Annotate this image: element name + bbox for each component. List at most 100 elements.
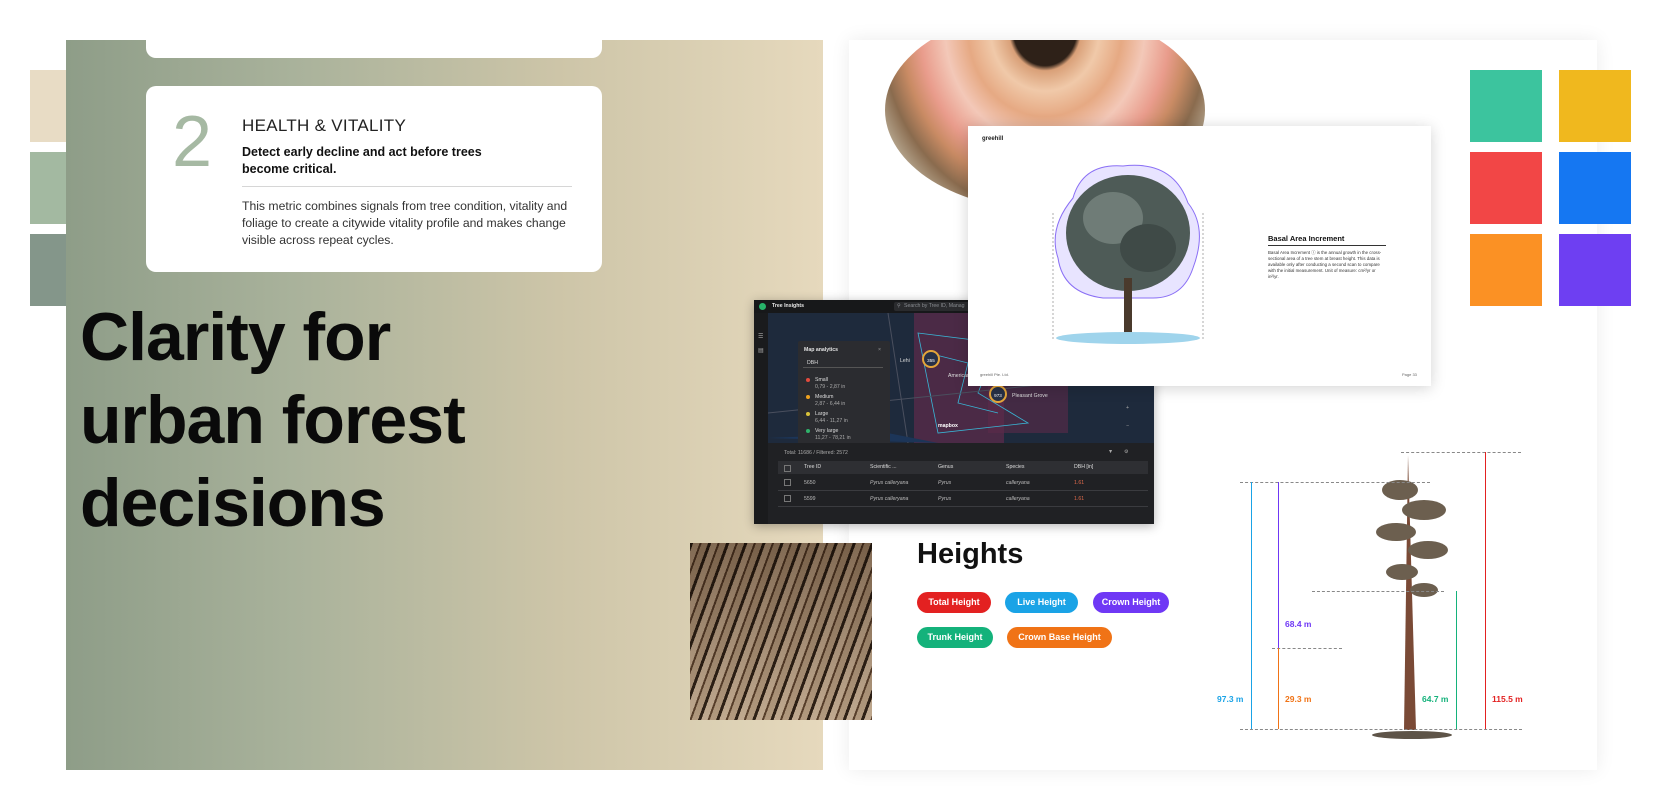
live-height-value: 97.3 m xyxy=(1217,694,1244,704)
total-height-pill: Total Height xyxy=(917,592,991,613)
legend-item-name: Small xyxy=(815,377,828,383)
crown-base-height-value: 29.3 m xyxy=(1285,694,1312,704)
guide-line xyxy=(1272,648,1342,649)
feature-card: 2 HEALTH & VITALITY Detect early decline… xyxy=(146,86,602,272)
settings-icon[interactable]: ⚙ xyxy=(1124,449,1129,455)
trunk-height-pill: Trunk Height xyxy=(917,627,993,648)
crown-height-pill: Crown Height xyxy=(1093,592,1169,613)
color-swatch-orange xyxy=(1470,234,1542,306)
cell-genus: Pyrus xyxy=(938,496,952,502)
column-header[interactable]: DBH [in] xyxy=(1074,464,1093,470)
guide-line xyxy=(1240,482,1430,483)
map-label: Lehi xyxy=(900,358,910,364)
legend-item-range: 11,27 - 78,21 in xyxy=(815,435,851,441)
map-brand: mapbox xyxy=(938,423,958,429)
live-height-pill: Live Height xyxy=(1005,592,1078,613)
card-subtitle: Detect early decline and act before tree… xyxy=(242,145,482,176)
report-logo: greehill xyxy=(982,136,1004,142)
report-footer: greehill Pte. Ltd. xyxy=(980,372,1009,377)
report-heading: Basal Area Increment xyxy=(1268,234,1345,243)
crown-base-height-line xyxy=(1278,648,1279,729)
table-total: Total: 11686 / Filtered: 2572 xyxy=(784,450,848,456)
color-swatch-red xyxy=(1470,152,1542,224)
app-title: Tree Insights xyxy=(772,303,804,309)
row-checkbox[interactable] xyxy=(784,479,791,486)
cell-dbh: 1.61 xyxy=(1074,496,1085,502)
card-body: This metric combines signals from tree c… xyxy=(242,199,568,247)
cell-genus: Pyrus xyxy=(938,480,952,486)
headline-line: decisions xyxy=(80,465,386,541)
metric-select[interactable]: DBH xyxy=(803,359,883,368)
column-header[interactable]: Genus xyxy=(938,464,953,470)
crown-base-height-pill: Crown Base Height xyxy=(1007,627,1112,648)
table-row[interactable]: 5650 Pyrus calleryana Pyrus calleryana 1… xyxy=(778,475,1148,491)
live-height-line xyxy=(1251,482,1252,729)
column-header[interactable]: Scientific ... xyxy=(870,464,897,470)
search-icon: ⚲ xyxy=(897,303,901,309)
total-height-line xyxy=(1485,452,1486,729)
filter-icon[interactable]: ▼ xyxy=(1108,449,1113,455)
report-page-number: Page 33 xyxy=(1402,372,1417,377)
legend-dot xyxy=(806,429,810,433)
legend-item-range: 6,44 - 11,27 in xyxy=(815,418,848,424)
table-row[interactable]: 5599 Pyrus calleryana Pyrus calleryana 1… xyxy=(778,491,1148,507)
crown-height-line xyxy=(1278,482,1279,648)
cell-species: calleryana xyxy=(1006,480,1030,486)
table-header: Tree ID Scientific ... Genus Species DBH… xyxy=(778,461,1148,474)
crown-height-value: 68.4 m xyxy=(1285,619,1312,629)
app-sidebar: ☰ ▤ xyxy=(754,313,769,524)
menu-icon[interactable]: ☰ xyxy=(758,333,763,340)
headline-line: urban forest xyxy=(80,382,466,458)
close-icon[interactable]: × xyxy=(878,347,881,353)
report-text: Basal Area Increment ⓘ is the annual gro… xyxy=(1268,250,1382,279)
tree-table: Total: 11686 / Filtered: 2572 ▼ ⚙ Tree I… xyxy=(768,443,1154,524)
column-header[interactable]: Species xyxy=(1006,464,1024,470)
zoom-in-icon[interactable]: + xyxy=(1126,405,1129,411)
tree-illustration xyxy=(1052,164,1204,344)
heights-title: Heights xyxy=(917,538,1024,570)
card-title: HEALTH & VITALITY xyxy=(242,116,407,135)
legend-title: Map analytics xyxy=(804,347,839,353)
cell-species: calleryana xyxy=(1006,496,1030,502)
color-swatch-yellow xyxy=(1559,70,1631,142)
app-logo-icon xyxy=(759,303,766,310)
map-label: Pleasant Grove xyxy=(1012,393,1048,399)
select-all-checkbox[interactable] xyxy=(784,465,791,472)
column-header[interactable]: Tree ID xyxy=(804,464,821,470)
legend-item-range: 2,87 - 6,44 in xyxy=(815,401,846,407)
cell-dbh: 1.61 xyxy=(1074,480,1085,486)
map-label: American xyxy=(948,373,970,379)
card-number: 2 xyxy=(172,102,213,182)
cell-scientific: Pyrus calleryana xyxy=(870,496,909,502)
map-cluster[interactable]: 973 xyxy=(989,385,1007,403)
card-divider xyxy=(242,186,572,187)
trunk-height-line xyxy=(1456,591,1457,729)
legend-item-name: Very large xyxy=(815,428,839,434)
headline-line: Clarity for xyxy=(80,299,391,375)
row-checkbox[interactable] xyxy=(784,495,791,502)
map-cluster[interactable]: 355 xyxy=(922,350,940,368)
cell-tree-id: 5599 xyxy=(804,496,816,502)
map-legend: Map analytics × DBH Small 0,79 - 2,87 in… xyxy=(798,341,890,443)
guide-line xyxy=(1312,591,1444,592)
guide-line xyxy=(1401,452,1521,453)
total-height-value: 115.5 m xyxy=(1492,694,1523,704)
trunk-height-value: 64.7 m xyxy=(1422,694,1449,704)
bark-texture-image xyxy=(690,543,872,720)
guide-line xyxy=(1240,729,1522,730)
cell-tree-id: 5650 xyxy=(804,480,816,486)
redwood-illustration xyxy=(1372,455,1452,739)
color-swatch-green xyxy=(1470,70,1542,142)
color-swatch-purple xyxy=(1559,234,1631,306)
color-swatch-blue xyxy=(1559,152,1631,224)
legend-dot xyxy=(806,378,810,382)
legend-dot xyxy=(806,395,810,399)
legend-item-name: Medium xyxy=(815,394,834,400)
previous-card xyxy=(146,40,602,58)
legend-item-name: Large xyxy=(815,411,829,417)
legend-item-range: 0,79 - 2,87 in xyxy=(815,384,846,390)
headline: Clarity for urban forest decisions xyxy=(80,296,600,545)
report-page: greehill Basal Area Increment Basal Area… xyxy=(968,126,1431,386)
layers-icon[interactable]: ▤ xyxy=(758,347,764,354)
zoom-out-icon[interactable]: − xyxy=(1126,423,1129,429)
